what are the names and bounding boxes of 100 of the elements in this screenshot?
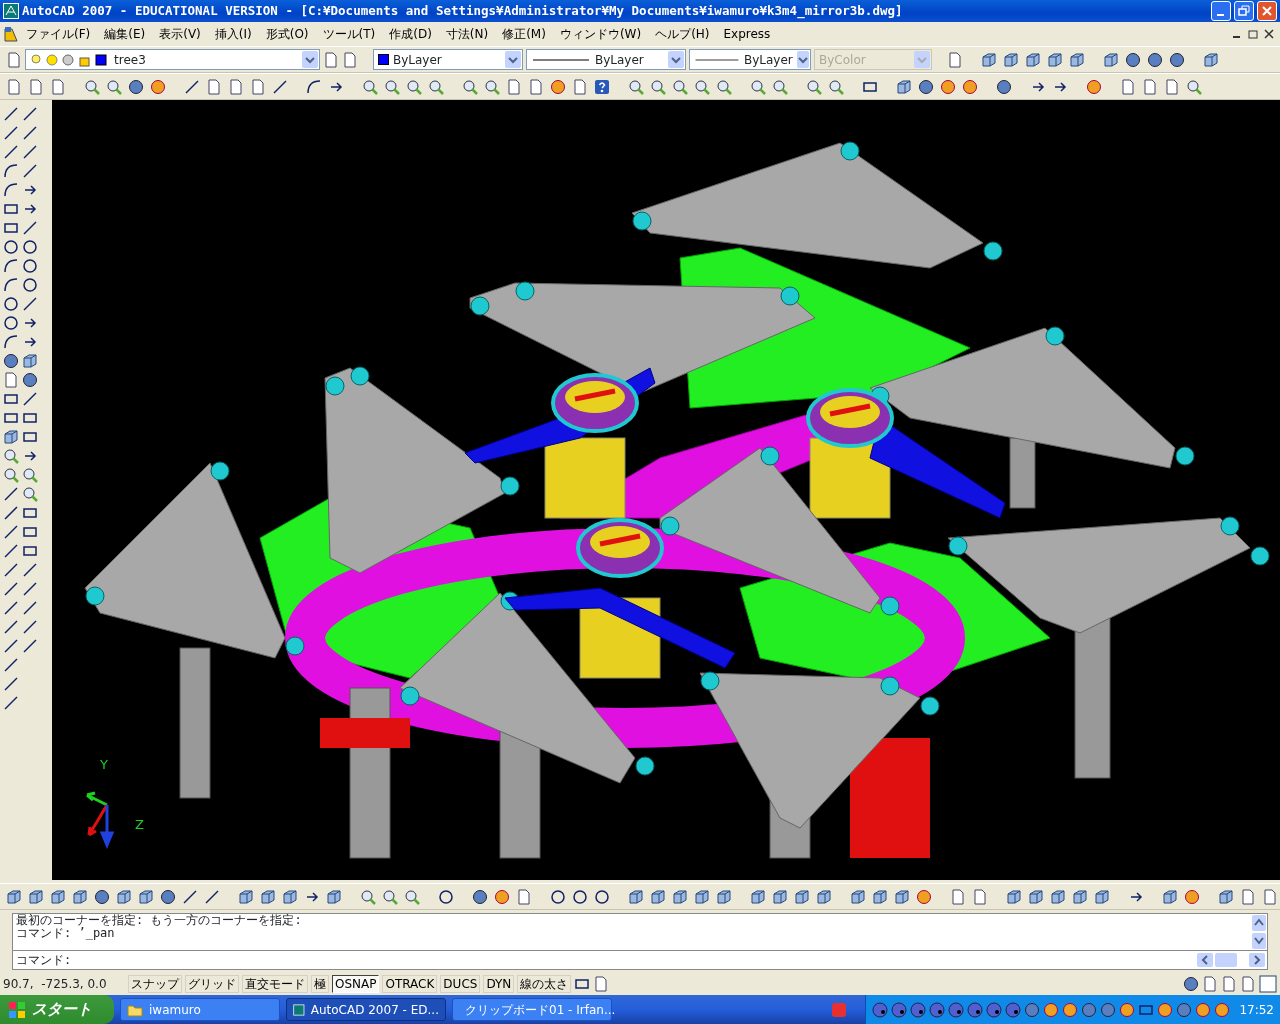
sphere-icon[interactable] [918, 78, 934, 95]
taskbar-button[interactable]: iwamuro [120, 998, 280, 1021]
page-icon[interactable] [50, 78, 66, 95]
page-icon[interactable] [947, 51, 963, 68]
sphere-icon[interactable] [160, 888, 176, 905]
orb-tray-icon[interactable] [1005, 1001, 1022, 1018]
cube-icon[interactable] [672, 888, 688, 905]
restore-icon[interactable] [1236, 3, 1252, 19]
page-icon[interactable] [1240, 976, 1256, 992]
magnifier-icon[interactable] [694, 78, 710, 95]
orb-tray-icon[interactable] [910, 1001, 927, 1018]
ball-icon[interactable] [150, 78, 166, 95]
orb-tray-icon[interactable] [967, 1001, 984, 1018]
line-icon[interactable] [3, 600, 19, 616]
circle-icon[interactable] [22, 258, 38, 274]
orb-tray-icon[interactable] [986, 1001, 1003, 1018]
rectangle-icon[interactable] [3, 410, 19, 426]
page-icon[interactable] [1240, 888, 1256, 905]
ball-icon[interactable] [962, 78, 978, 95]
line-icon[interactable] [3, 676, 19, 692]
circle-icon[interactable] [22, 239, 38, 255]
line-icon[interactable] [3, 543, 19, 559]
line-icon[interactable] [22, 619, 38, 635]
horizontal-scrollbar-icon[interactable] [1197, 952, 1267, 968]
line-icon[interactable] [22, 163, 38, 179]
magnifier-icon[interactable] [672, 78, 688, 95]
status-toggle[interactable]: OTRACK [382, 975, 438, 993]
page-icon[interactable] [1202, 976, 1218, 992]
status-toggle[interactable]: グリッド [185, 975, 239, 993]
ball-icon[interactable] [494, 888, 510, 905]
line-icon[interactable] [22, 391, 38, 407]
page-icon[interactable] [506, 78, 522, 95]
cube-icon[interactable] [650, 888, 666, 905]
circle-icon[interactable] [3, 315, 19, 331]
line-icon[interactable] [22, 125, 38, 141]
magnifier-icon[interactable] [362, 78, 378, 95]
magnifier-icon[interactable] [806, 78, 822, 95]
cube-icon[interactable] [1050, 888, 1066, 905]
cube-icon[interactable] [50, 888, 66, 905]
window-toggle-icon[interactable] [1259, 975, 1277, 993]
cube-icon[interactable] [3, 429, 19, 445]
line-icon[interactable] [184, 78, 200, 95]
circle-icon[interactable] [22, 277, 38, 293]
circle-icon[interactable] [550, 888, 566, 905]
page-icon[interactable] [323, 51, 339, 68]
line-icon[interactable] [22, 638, 38, 654]
cube-icon[interactable] [1003, 51, 1019, 68]
orb-tray-icon[interactable] [948, 1001, 965, 1018]
cube-icon[interactable] [894, 888, 910, 905]
page-icon[interactable] [593, 976, 610, 992]
ball-icon[interactable] [1157, 1001, 1174, 1018]
cube-icon[interactable] [116, 888, 132, 905]
rectangle-icon[interactable] [22, 524, 38, 540]
cube-icon[interactable] [1069, 51, 1085, 68]
magnifier-icon[interactable] [360, 888, 376, 905]
ball-icon[interactable] [1214, 1001, 1231, 1018]
arc-icon[interactable] [3, 277, 19, 293]
linetype-dropdown[interactable]: ByLayer [526, 49, 686, 70]
magnifier-icon[interactable] [716, 78, 732, 95]
cube-icon[interactable] [1094, 888, 1110, 905]
cube-icon[interactable] [772, 888, 788, 905]
cube-icon[interactable] [694, 888, 710, 905]
page-icon[interactable] [528, 78, 544, 95]
cube-icon[interactable] [628, 888, 644, 905]
menu-item[interactable]: ウィンドウ(W) [552, 23, 649, 45]
circle-icon[interactable] [3, 296, 19, 312]
cube-icon[interactable] [1025, 51, 1041, 68]
cube-icon[interactable] [1162, 888, 1178, 905]
cube-icon[interactable] [872, 888, 888, 905]
page-icon[interactable] [1142, 78, 1158, 95]
line-icon[interactable] [3, 657, 19, 673]
ball-icon[interactable] [940, 78, 956, 95]
line-icon[interactable] [3, 106, 19, 122]
sphere-icon[interactable] [22, 372, 38, 388]
ball-icon[interactable] [550, 78, 566, 95]
question-icon[interactable] [594, 78, 610, 95]
status-toggle[interactable]: 線の太さ [517, 975, 572, 993]
cube-icon[interactable] [816, 888, 832, 905]
page-icon[interactable] [228, 78, 244, 95]
rectangle-icon[interactable] [574, 976, 591, 992]
cube-icon[interactable] [1218, 888, 1234, 905]
cube-icon[interactable] [260, 888, 276, 905]
cube-icon[interactable] [6, 888, 22, 905]
magnifier-icon[interactable] [828, 78, 844, 95]
menu-item[interactable]: ファイル(F) [19, 23, 98, 45]
cube-icon[interactable] [1072, 888, 1088, 905]
magnifier-icon[interactable] [404, 888, 420, 905]
lineweight-dropdown[interactable]: ByLayer [689, 49, 811, 70]
line-icon[interactable] [22, 562, 38, 578]
circle-icon[interactable] [594, 888, 610, 905]
menu-item[interactable]: 修正(M) [495, 23, 553, 45]
page-icon[interactable] [1221, 976, 1237, 992]
rectangle-icon[interactable] [22, 505, 38, 521]
cube-icon[interactable] [716, 888, 732, 905]
cube-icon[interactable] [326, 888, 342, 905]
line-icon[interactable] [3, 695, 19, 711]
sphere-icon[interactable] [3, 353, 19, 369]
page-icon[interactable] [1120, 78, 1136, 95]
menu-item[interactable]: ツール(T) [315, 23, 383, 45]
arc-icon[interactable] [3, 258, 19, 274]
